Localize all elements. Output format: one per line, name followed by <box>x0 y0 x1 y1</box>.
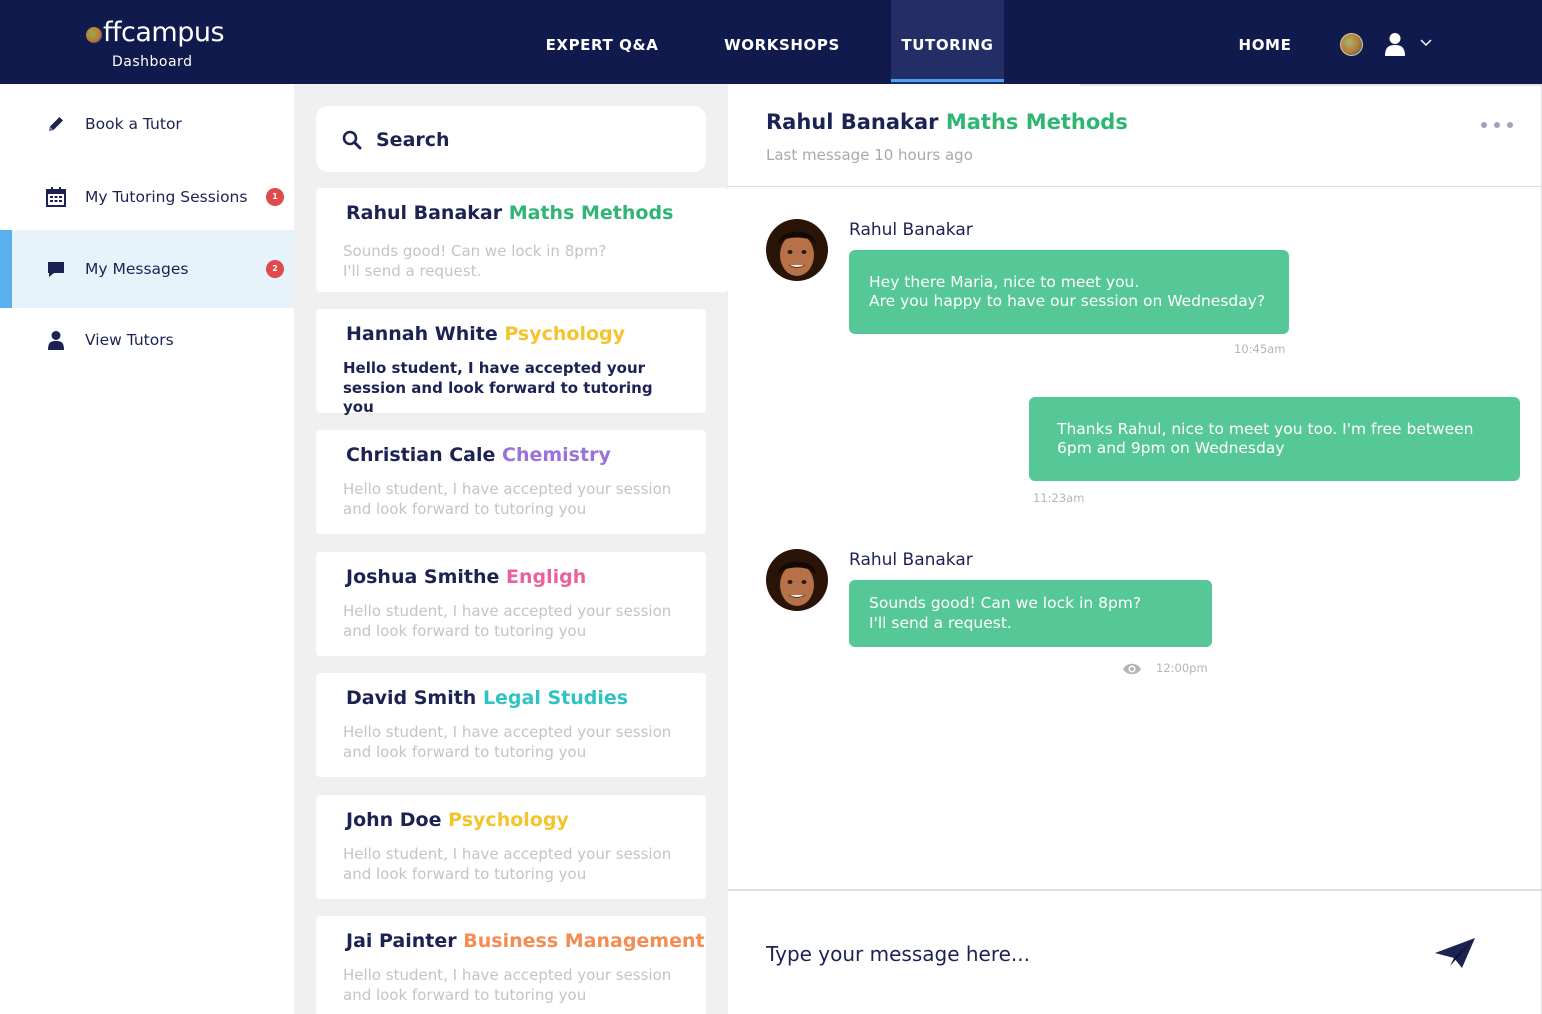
sidebar-item-book-a-tutor[interactable]: Book a Tutor <box>0 88 294 160</box>
message-time: 10:45am <box>1234 342 1286 356</box>
conversation-item-david-smith[interactable]: David Smith Legal Studies Hello student,… <box>316 673 706 777</box>
more-dots-icon[interactable] <box>1480 120 1514 130</box>
chevron-down-icon[interactable] <box>1419 38 1433 48</box>
chat-tutor-name: Rahul Banakar <box>766 110 939 134</box>
logo-globe-icon <box>86 27 102 43</box>
message-preview: Hello student, I have accepted your sess… <box>343 359 653 416</box>
nav-expert-qa[interactable]: EXPERT Q&A <box>534 0 670 84</box>
tutor-name: Joshua Smithe <box>346 566 500 588</box>
message-sender: Rahul Banakar <box>849 550 973 570</box>
tutor-name: John Doe <box>346 809 442 831</box>
last-message-status: Last message 10 hours ago <box>766 146 973 164</box>
tutor-name: Rahul Banakar <box>346 202 503 224</box>
avatar <box>766 549 828 611</box>
conversation-item-joshua-smithe[interactable]: Joshua Smithe Engligh Hello student, I h… <box>316 552 706 656</box>
logo[interactable]: ffcampus Dashboard <box>86 17 225 70</box>
nav-tutoring[interactable]: TUTORING <box>891 0 1004 84</box>
tutor-name: Christian Cale <box>346 444 496 466</box>
sidebar-item-label: Book a Tutor <box>85 115 182 133</box>
conversation-name: Hannah White Psychology <box>346 323 625 345</box>
chat-panel: Rahul Banakar Maths Methods Last message… <box>728 84 1542 1014</box>
search-label: Search <box>376 129 450 151</box>
message-time: 12:00pm <box>1156 661 1208 675</box>
avatar <box>766 219 828 281</box>
paper-plane-icon[interactable] <box>1434 936 1476 970</box>
message-bubble: Hey there Maria, nice to meet you. Are y… <box>849 250 1289 334</box>
divider <box>728 186 1542 187</box>
notification-badge: 2 <box>266 260 284 278</box>
subject-label: Business Management <box>463 930 705 952</box>
conversation-name: Christian Cale Chemistry <box>346 444 611 466</box>
sidebar: Book a Tutor My Tutoring Sessions 1 My M… <box>0 84 294 1014</box>
logo-subtitle: Dashboard <box>112 54 193 70</box>
subject-label: Maths Methods <box>508 202 674 224</box>
message-time: 11:23am <box>1033 491 1085 505</box>
message-preview: Sounds good! Can we lock in 8pm? I'll se… <box>343 242 607 280</box>
search-icon <box>342 130 362 150</box>
search-box[interactable]: Search <box>316 106 706 172</box>
subject-label: Legal Studies <box>482 687 629 709</box>
sidebar-item-my-tutoring-sessions[interactable]: My Tutoring Sessions 1 <box>0 161 294 233</box>
message-preview: Hello student, I have accepted your sess… <box>343 966 672 1004</box>
divider <box>1080 84 1542 86</box>
seen-eye-icon <box>1123 663 1141 675</box>
calendar-icon <box>46 187 66 207</box>
nav-workshops[interactable]: WORKSHOPS <box>712 0 852 84</box>
message-bubble: Sounds good! Can we lock in 8pm? I'll se… <box>849 580 1212 647</box>
globe-icon[interactable] <box>1340 33 1363 56</box>
top-navigation-bar: ffcampus Dashboard EXPERT Q&A WORKSHOPS … <box>0 0 1542 84</box>
message-preview: Hello student, I have accepted your sess… <box>343 480 672 518</box>
sidebar-item-label: My Tutoring Sessions <box>85 188 248 206</box>
chat-header-title: Rahul Banakar Maths Methods <box>766 110 1128 134</box>
conversation-item-christian-cale[interactable]: Christian Cale Chemistry Hello student, … <box>316 430 706 534</box>
user-icon[interactable] <box>1384 32 1406 56</box>
subject-label: Psychology <box>448 809 569 831</box>
chat-subject: Maths Methods <box>945 110 1128 134</box>
sidebar-item-view-tutors[interactable]: View Tutors <box>0 304 294 376</box>
sidebar-item-my-messages[interactable]: My Messages 2 <box>0 230 294 308</box>
conversation-item-john-doe[interactable]: John Doe Psychology Hello student, I hav… <box>316 795 706 899</box>
user-icon <box>48 331 64 350</box>
sidebar-item-label: View Tutors <box>85 331 174 349</box>
tutor-name: Hannah White <box>346 323 498 345</box>
conversation-item-hannah-white[interactable]: Hannah White Psychology Hello student, I… <box>316 309 706 416</box>
conversation-item-rahul-banakar[interactable]: Rahul Banakar Maths Methods Sounds good!… <box>316 188 728 292</box>
conversation-name: Joshua Smithe Engligh <box>346 566 586 588</box>
tutor-name: David Smith <box>346 687 477 709</box>
conversation-name: Rahul Banakar Maths Methods <box>346 202 673 224</box>
chat-bubble-icon <box>48 262 64 277</box>
message-preview: Hello student, I have accepted your sess… <box>343 845 672 883</box>
conversation-name: John Doe Psychology <box>346 809 569 831</box>
message-input[interactable] <box>766 934 1406 974</box>
notification-badge: 1 <box>266 188 284 206</box>
divider <box>728 889 1542 891</box>
conversation-list: Search Rahul Banakar Maths Methods Sound… <box>294 84 728 1014</box>
subject-label: Engligh <box>506 566 587 588</box>
message-preview: Hello student, I have accepted your sess… <box>343 723 672 761</box>
pencil-icon <box>49 117 63 131</box>
conversation-name: Jai Painter Business Management <box>346 930 705 952</box>
conversation-name: David Smith Legal Studies <box>346 687 628 709</box>
message-sender: Rahul Banakar <box>849 220 973 240</box>
tutor-name: Jai Painter <box>346 930 457 952</box>
nav-home[interactable]: HOME <box>1226 0 1304 84</box>
sidebar-item-label: My Messages <box>85 260 189 278</box>
message-bubble: Thanks Rahul, nice to meet you too. I'm … <box>1029 397 1520 481</box>
subject-label: Psychology <box>504 323 626 345</box>
subject-label: Chemistry <box>502 444 611 466</box>
conversation-item-jai-painter[interactable]: Jai Painter Business Management Hello st… <box>316 916 706 1014</box>
brand-name: ffcampus <box>103 17 225 48</box>
message-preview: Hello student, I have accepted your sess… <box>343 602 672 640</box>
